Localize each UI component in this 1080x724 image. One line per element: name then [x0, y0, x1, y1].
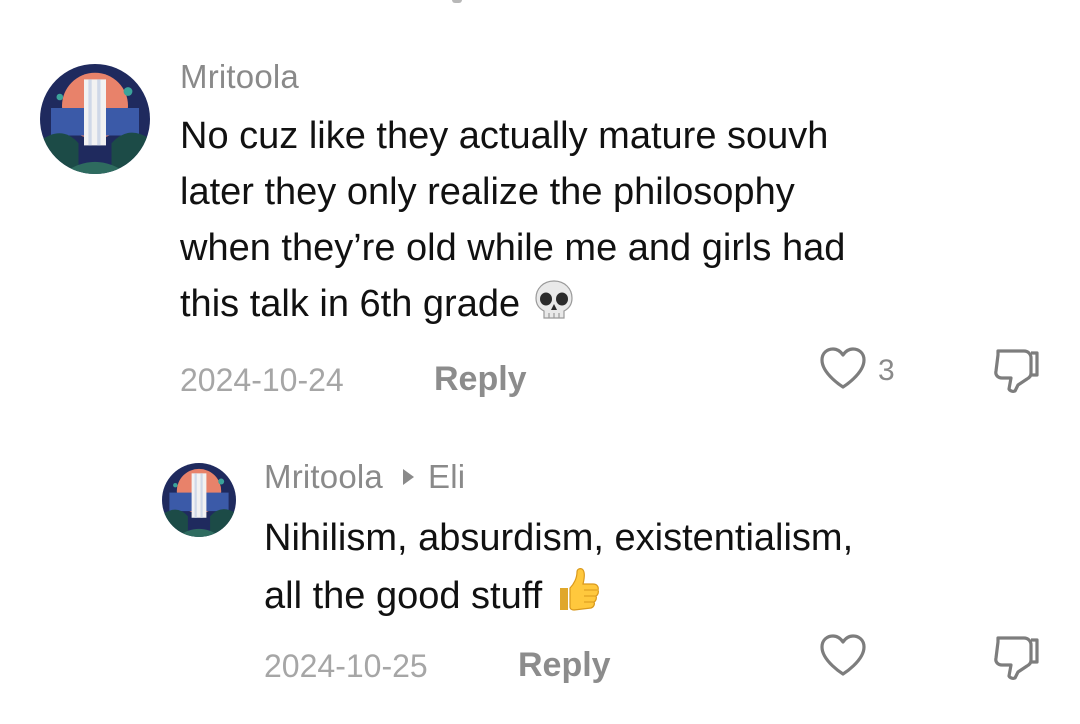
reply-button[interactable]: Reply: [434, 360, 527, 399]
avatar-image: [162, 463, 236, 537]
comment-date: 2024-10-24: [180, 362, 344, 398]
reply-to-username[interactable]: Eli: [428, 458, 465, 496]
comment-line: No cuz like they actually mature souvh: [180, 115, 829, 157]
like-count: 3: [878, 353, 895, 387]
reply-text: Nihilism, absurdism, existentialism, all…: [264, 510, 1054, 630]
reply-line-text: all the good stuff: [264, 575, 543, 617]
reply-like-button[interactable]: [818, 632, 868, 683]
reply-date: 2024-10-25: [264, 648, 428, 684]
reply-username[interactable]: Mritoola: [264, 458, 383, 496]
skull-emoji: [532, 278, 576, 338]
comment-line: this talk in 6th grade: [180, 276, 1060, 338]
reply-avatar[interactable]: [162, 463, 236, 537]
comment-username[interactable]: Mritoola: [180, 58, 299, 96]
sheet-handle: [452, 0, 462, 3]
avatar[interactable]: [40, 64, 150, 174]
reply-username-row: Mritoola Eli: [264, 458, 465, 496]
comment-text: No cuz like they actually mature souvh l…: [180, 108, 1060, 338]
reply-line: Nihilism, absurdism, existentialism,: [264, 517, 854, 559]
reply-reply-button[interactable]: Reply: [518, 646, 611, 685]
heart-icon: [818, 632, 868, 683]
heart-icon: [818, 345, 868, 396]
reply-dislike-button[interactable]: [990, 632, 1042, 687]
like-button[interactable]: 3: [818, 345, 895, 396]
thumbs-down-icon: [990, 632, 1042, 687]
comment-line: when they’re old while me and girls had: [180, 227, 846, 269]
dislike-button[interactable]: [990, 345, 1042, 400]
reply-arrow-icon: [402, 469, 414, 485]
thumbs-up-emoji: [554, 566, 600, 630]
reply-line: all the good stuff: [264, 566, 1054, 630]
thumbs-down-icon: [990, 345, 1042, 400]
comment-line: later they only realize the philosophy: [180, 171, 795, 213]
avatar-image: [40, 64, 150, 174]
comment-line-text: this talk in 6th grade: [180, 283, 521, 325]
